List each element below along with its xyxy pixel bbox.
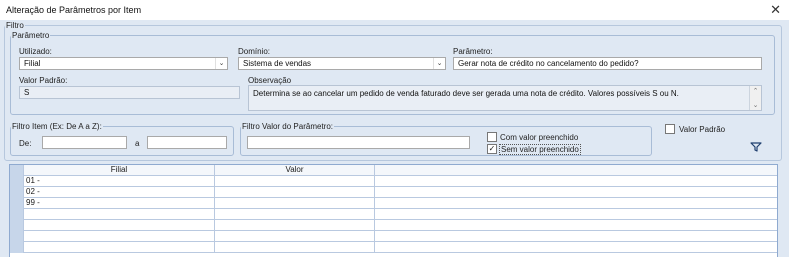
cell-valor[interactable] [215,231,375,242]
parametro-label: Parâmetro: [453,47,493,56]
sem-valor-checkbox[interactable]: ✓ [487,144,497,154]
utilizado-value: Filial [24,59,41,68]
parametro-legend: Parâmetro [12,31,50,40]
cell-filial[interactable] [24,209,215,220]
table-row[interactable]: 01 - [10,176,777,187]
cell-valor[interactable] [215,187,375,198]
row-selector[interactable] [10,209,24,220]
dominio-label: Domínio: [238,47,271,56]
row-selector[interactable] [10,176,24,187]
utilizado-select[interactable]: Filial ⌄ [19,57,228,70]
filter-icon[interactable] [750,142,762,152]
cell-valor[interactable] [215,176,375,187]
de-input[interactable] [42,136,127,149]
cell-filial[interactable] [24,220,215,231]
cell-valor[interactable] [215,198,375,209]
scroll-up-icon[interactable]: ⌃ [750,87,761,95]
valor-padrao-label: Valor Padrão: [19,76,68,85]
observacao-scrollbar[interactable]: ⌃ ⌄ [749,86,761,110]
valor-padrao-value: S [24,88,30,97]
parametro-value: Gerar nota de crédito no cancelamento do… [458,59,639,68]
parametro-field[interactable]: Gerar nota de crédito no cancelamento do… [453,57,762,70]
dominio-value: Sistema de vendas [243,59,312,68]
de-label: De: [19,139,32,148]
filtro-legend: Filtro [6,21,24,30]
table-row[interactable] [10,220,777,231]
scroll-down-icon[interactable]: ⌄ [750,101,761,109]
sem-valor-label: Sem valor preenchido [499,144,581,155]
chevron-down-icon[interactable]: ⌄ [433,58,445,69]
column-header-filial[interactable]: Filial [24,165,215,176]
column-header-valor[interactable]: Valor [215,165,375,176]
filtro-item-legend: Filtro Item (Ex: De A a Z): [12,122,102,131]
table-row[interactable] [10,209,777,220]
filtro-valor-legend: Filtro Valor do Parâmetro: [242,122,333,131]
chevron-down-icon[interactable]: ⌄ [215,58,227,69]
row-selector[interactable] [10,231,24,242]
valor-padrao-checkbox[interactable] [665,124,675,134]
grid-header: Filial Valor [10,165,777,176]
cell-filial[interactable] [24,242,215,253]
a-label: a [135,139,140,148]
cell-valor[interactable] [215,220,375,231]
title-bar: Alteração de Parâmetros por Item ✕ [0,0,789,20]
table-row[interactable] [10,242,777,253]
valor-padrao-check-label: Valor Padrão [679,125,726,134]
dominio-select[interactable]: Sistema de vendas ⌄ [238,57,446,70]
parametros-grid: Filial Valor 01 -02 -99 - [9,164,778,257]
observacao-label: Observação [248,76,292,85]
close-icon[interactable]: ✕ [770,2,781,18]
cell-filial[interactable]: 02 - [24,187,215,198]
row-selector[interactable] [10,187,24,198]
filtro-valor-input[interactable] [247,136,470,149]
observacao-textarea[interactable]: Determina se ao cancelar um pedido de ve… [248,85,762,111]
cell-filial[interactable]: 01 - [24,176,215,187]
window-title: Alteração de Parâmetros por Item [6,5,142,15]
row-header-corner [10,165,24,176]
com-valor-label: Com valor preenchido [500,133,579,142]
row-selector[interactable] [10,242,24,253]
row-selector[interactable] [10,198,24,209]
check-icon: ✓ [488,144,496,153]
valor-padrao-field: S [19,86,240,99]
com-valor-checkbox[interactable] [487,132,497,142]
cell-filial[interactable] [24,231,215,242]
table-row[interactable] [10,231,777,242]
observacao-text: Determina se ao cancelar um pedido de ve… [253,89,679,98]
row-selector[interactable] [10,220,24,231]
cell-filial[interactable]: 99 - [24,198,215,209]
table-row[interactable]: 99 - [10,198,777,209]
table-row[interactable]: 02 - [10,187,777,198]
utilizado-label: Utilizado: [19,47,52,56]
cell-valor[interactable] [215,242,375,253]
a-input[interactable] [147,136,227,149]
cell-valor[interactable] [215,209,375,220]
